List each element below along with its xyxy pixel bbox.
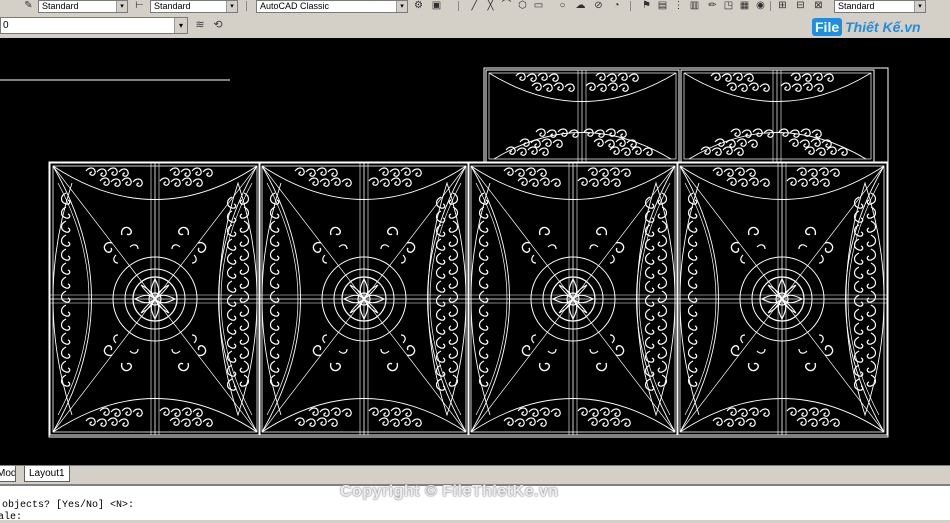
layout-tabs-bar: Model Layout1	[0, 465, 950, 485]
logo-text: Thiết Kế.vn	[845, 19, 921, 35]
ceiling-drawing	[0, 67, 889, 438]
dim-style-combo[interactable]: Standard ▾	[150, 0, 238, 13]
text-style-icon[interactable]: ✎	[22, 0, 35, 11]
ellipse-icon[interactable]: ⊘	[592, 0, 605, 11]
table-style-icon-3[interactable]: ⊠	[812, 0, 825, 11]
ceiling-panel-4	[677, 163, 887, 435]
chevron-down-icon[interactable]: ▾	[396, 1, 407, 12]
polygon-icon[interactable]: ⬡	[516, 0, 529, 11]
revision-cloud-icon[interactable]: ☁	[574, 0, 587, 11]
top-panel-2	[681, 70, 874, 162]
table-style-icon-1[interactable]: ⊞	[776, 0, 789, 11]
logo-file: File	[812, 18, 843, 36]
text-style-value: Standard	[42, 1, 79, 11]
toolbar-separator	[630, 1, 631, 11]
make-block-icon[interactable]: ▤	[656, 0, 669, 11]
table-style-icon-2[interactable]: ⊟	[794, 0, 807, 11]
toolbar-separator	[246, 1, 247, 11]
ceiling-panel-2	[259, 163, 469, 435]
table-style-combo[interactable]: Standard ▾	[834, 0, 926, 13]
dim-style-value: Standard	[154, 1, 191, 11]
circle-icon[interactable]: ○	[556, 0, 569, 11]
chevron-down-icon[interactable]: ▾	[226, 1, 237, 12]
layer-states-icon[interactable]: ≋	[192, 18, 208, 33]
text-style-combo[interactable]: Standard ▾	[38, 0, 128, 13]
copyright-watermark: Copyright © FileThietKe.vn	[340, 483, 559, 500]
workspace-value: AutoCAD Classic	[260, 1, 330, 11]
rectangle-icon[interactable]: ▭	[532, 0, 545, 11]
workspace-combo[interactable]: AutoCAD Classic ▾	[256, 0, 408, 13]
command-history-line: objects? [Yes/No] <N>:	[2, 500, 135, 511]
hatch-icon[interactable]: ▥	[688, 0, 701, 11]
gradient-icon[interactable]: ✏	[706, 0, 719, 11]
table-icon[interactable]: ▦	[738, 0, 751, 11]
tab-layout1[interactable]: Layout1	[24, 466, 70, 482]
line-icon[interactable]: ╱	[468, 0, 481, 11]
polyline-icon[interactable]: ⌒	[500, 0, 513, 11]
ellipse-arc-icon[interactable]: ◔	[610, 0, 623, 11]
point-icon[interactable]: ⋮	[672, 0, 685, 11]
chevron-down-icon[interactable]: ▾	[174, 18, 187, 33]
chevron-down-icon[interactable]: ▾	[914, 1, 925, 12]
workspace-settings-icon[interactable]: ⚙	[412, 0, 425, 11]
toolbar-separator	[458, 1, 459, 11]
site-logo: File Thiết Kế.vn	[812, 14, 921, 40]
ceiling-panel-1	[50, 163, 260, 435]
chevron-down-icon[interactable]: ▾	[116, 1, 127, 12]
toolbar-separator	[770, 1, 771, 11]
save-workspace-icon[interactable]: ▣	[430, 0, 443, 11]
toolbar-top: ✎ Standard ▾ ⊢ Standard ▾ AutoCAD Classi…	[0, 0, 950, 15]
top-panel-1	[486, 70, 679, 162]
drawing-canvas[interactable]	[0, 38, 950, 465]
construction-line-icon[interactable]: ╳	[484, 0, 497, 11]
dim-style-icon[interactable]: ⊢	[133, 0, 146, 11]
multiline-text-icon[interactable]: ◉	[754, 0, 767, 11]
layer-current-value: 0	[3, 20, 9, 31]
table-style-value: Standard	[838, 1, 875, 11]
layer-combo[interactable]: 0 ▾	[0, 17, 188, 34]
layer-previous-icon[interactable]: ⟲	[210, 18, 226, 33]
ceiling-panel-3	[468, 163, 678, 435]
region-icon[interactable]: ◳	[722, 0, 735, 11]
tab-model[interactable]: Model	[0, 466, 16, 482]
insert-block-icon[interactable]: ⚑	[640, 0, 653, 11]
